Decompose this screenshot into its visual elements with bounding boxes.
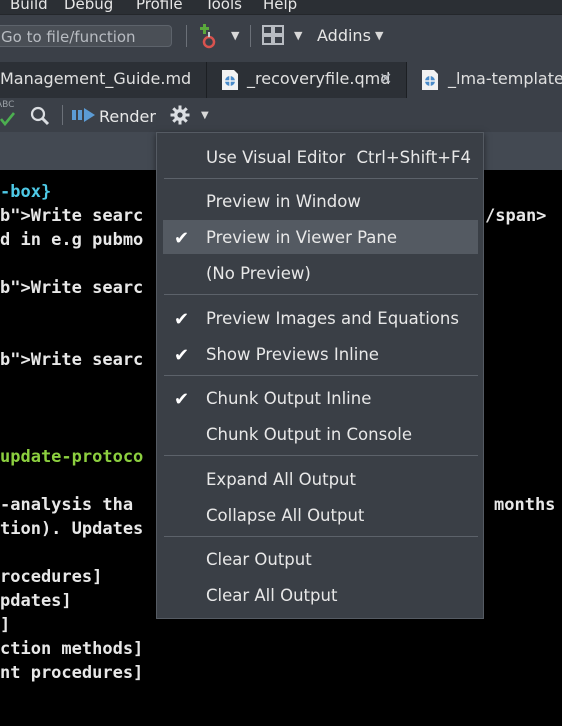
code-line: ] bbox=[0, 615, 11, 635]
addins-menu-label[interactable]: Addins bbox=[317, 26, 371, 45]
tab-recoveryfile[interactable]: _recoveryfile.qmd ✕ bbox=[207, 62, 406, 98]
tab-lma-template[interactable]: _lma-template.q bbox=[407, 62, 562, 98]
tab-label: _lma-template.q bbox=[448, 69, 562, 88]
tab-label: Management_Guide.md bbox=[0, 69, 192, 88]
chevron-down-icon[interactable]: ▼ bbox=[201, 110, 209, 121]
checkmark-icon: ✔ bbox=[174, 345, 190, 366]
code-line: b">Write searc bbox=[0, 350, 144, 370]
menu-item-label: Expand All Output bbox=[206, 470, 356, 489]
toolbar-divider bbox=[250, 25, 251, 47]
spellcheck-label: ABC bbox=[0, 100, 15, 110]
code-line: -analysis tha bbox=[0, 495, 134, 515]
menu-item-preview-in-viewer-pane[interactable]: ✔ Preview in Viewer Pane bbox=[163, 220, 478, 254]
chevron-down-icon[interactable]: ▼ bbox=[375, 29, 383, 42]
menu-build[interactable]: Build bbox=[10, 0, 48, 13]
menu-separator bbox=[164, 178, 478, 179]
main-toolbar: Go to file/function ▼ ▼ Addins ▼ bbox=[0, 14, 562, 63]
toolbar-divider bbox=[62, 105, 63, 125]
menu-profile[interactable]: Profile bbox=[136, 0, 183, 13]
menu-item-chunk-output-inline[interactable]: ✔ Chunk Output Inline bbox=[163, 381, 478, 415]
code-line: b">Write searc bbox=[0, 278, 144, 298]
menu-item-label: (No Preview) bbox=[206, 264, 311, 283]
menu-item-collapse-all-output[interactable]: Collapse All Output bbox=[163, 498, 478, 532]
chevron-down-icon[interactable]: ▼ bbox=[294, 29, 302, 42]
file-tabs: Management_Guide.md _recoveryfile.qmd ✕ … bbox=[0, 62, 562, 98]
code-line-fragment: months bbox=[494, 495, 556, 515]
editor-toolbar: ABC Render ▼ bbox=[0, 98, 562, 132]
code-line-fragment: /span> bbox=[485, 206, 547, 226]
code-line: update-protoco bbox=[0, 447, 144, 467]
menu-item-label: Chunk Output Inline bbox=[206, 389, 372, 408]
code-line: tion). Updates bbox=[0, 519, 144, 539]
menu-debug[interactable]: Debug bbox=[64, 0, 113, 13]
menu-item-use-visual-editor[interactable]: Use Visual Editor Ctrl+Shift+F4 bbox=[163, 140, 478, 174]
menu-item-label: Preview in Window bbox=[206, 192, 361, 211]
menu-item-show-previews-inline[interactable]: ✔ Show Previews Inline bbox=[163, 337, 478, 371]
toolbar-divider bbox=[186, 25, 187, 47]
menu-item-chunk-output-in-console[interactable]: Chunk Output in Console bbox=[163, 417, 478, 451]
menu-item-label: Use Visual Editor bbox=[206, 148, 346, 167]
menu-item-shortcut: Ctrl+Shift+F4 bbox=[356, 148, 471, 167]
render-icon[interactable] bbox=[72, 107, 96, 127]
code-line: -box} bbox=[0, 182, 52, 202]
goto-file-input[interactable]: Go to file/function bbox=[0, 25, 172, 47]
menu-separator bbox=[164, 455, 478, 456]
code-line: rocedures] bbox=[0, 567, 103, 587]
checkmark-icon: ✔ bbox=[174, 228, 190, 249]
code-line: ction methods] bbox=[0, 639, 144, 659]
checkmark-icon: ✔ bbox=[174, 309, 190, 330]
chevron-down-icon[interactable]: ▼ bbox=[231, 29, 239, 42]
menu-item-no-preview[interactable]: (No Preview) bbox=[163, 256, 478, 290]
menu-item-label: Preview in Viewer Pane bbox=[206, 228, 398, 247]
menu-tools[interactable]: Tools bbox=[205, 0, 242, 13]
search-icon[interactable] bbox=[29, 105, 51, 131]
menu-item-label: Clear All Output bbox=[206, 586, 338, 605]
tab-management-guide[interactable]: Management_Guide.md bbox=[0, 62, 206, 98]
menu-separator bbox=[164, 294, 478, 295]
menu-item-label: Chunk Output in Console bbox=[206, 425, 413, 444]
render-button[interactable]: Render bbox=[99, 107, 156, 126]
spellcheck-icon[interactable]: ABC bbox=[0, 100, 18, 128]
menu-item-preview-images-and-equations[interactable]: ✔ Preview Images and Equations bbox=[163, 301, 478, 335]
code-line: d in e.g pubmo bbox=[0, 230, 144, 250]
menu-separator bbox=[164, 375, 478, 376]
render-options-menu: Use Visual Editor Ctrl+Shift+F4 Preview … bbox=[156, 132, 484, 619]
menu-item-expand-all-output[interactable]: Expand All Output bbox=[163, 462, 478, 496]
menu-item-clear-output[interactable]: Clear Output bbox=[163, 542, 478, 576]
menu-item-label: Collapse All Output bbox=[206, 506, 365, 525]
git-icon[interactable] bbox=[200, 22, 224, 50]
menu-separator bbox=[164, 536, 478, 537]
grid-layout-icon[interactable] bbox=[262, 25, 284, 45]
checkmark-icon: ✔ bbox=[174, 389, 190, 410]
close-icon[interactable]: ✕ bbox=[379, 62, 392, 96]
tab-label: _recoveryfile.qmd bbox=[247, 69, 391, 88]
code-line: b">Write searc bbox=[0, 206, 144, 226]
menu-item-label: Clear Output bbox=[206, 550, 312, 569]
menu-item-label: Preview Images and Equations bbox=[206, 309, 459, 328]
menu-item-clear-all-output[interactable]: Clear All Output bbox=[163, 578, 478, 612]
menu-help[interactable]: Help bbox=[263, 0, 297, 13]
gear-icon[interactable] bbox=[170, 105, 190, 129]
code-line: nt procedures] bbox=[0, 663, 144, 683]
menu-item-preview-in-window[interactable]: Preview in Window bbox=[163, 184, 478, 218]
menu-item-label: Show Previews Inline bbox=[206, 345, 379, 364]
code-line: pdates] bbox=[0, 591, 72, 611]
menubar: Build Debug Profile Tools Help bbox=[0, 0, 562, 14]
